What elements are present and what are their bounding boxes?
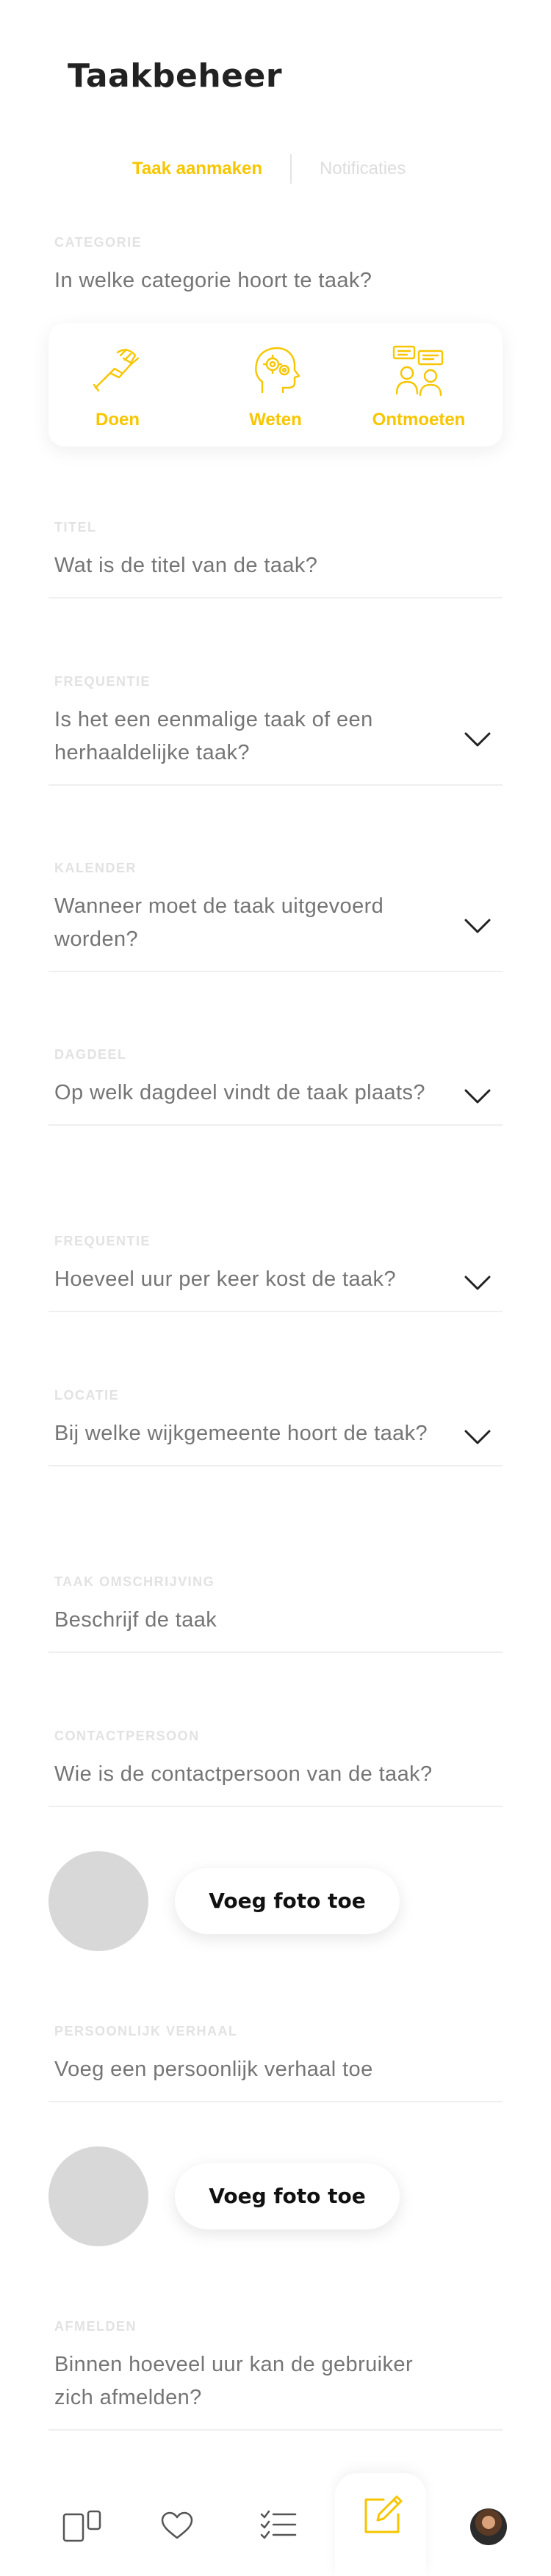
chevron-down-icon[interactable]: [463, 1428, 492, 1446]
category-option-label: Weten: [249, 410, 302, 430]
omschrijving-field[interactable]: Beschrijf de taak: [48, 1604, 503, 1653]
kalender-section: Kalender Wanneer moet de taak uitgevoerd…: [48, 859, 503, 972]
chevron-down-icon[interactable]: [463, 1274, 492, 1292]
verhaal-photo-row: Voeg foto toe: [48, 2146, 503, 2248]
category-option-weten[interactable]: Weten: [217, 341, 334, 430]
frequentie-placeholder: Is het een eenmalige taak of een herhaal…: [54, 708, 373, 764]
chevron-down-icon[interactable]: [463, 917, 492, 935]
bottom-navigation: [0, 2473, 551, 2576]
dagdeel-select[interactable]: Op welk dagdeel vindt de taak plaats?: [48, 1077, 503, 1126]
locatie-label: Locatie: [54, 1388, 120, 1403]
category-option-label: Ontmoeten: [372, 410, 466, 430]
locatie-select[interactable]: Bij welke wijkgemeente hoort de taak?: [48, 1417, 503, 1466]
omschrijving-placeholder: Beschrijf de taak: [54, 1608, 217, 1632]
contactpersoon-field[interactable]: Wie is de contactpersoon van de taak?: [48, 1758, 503, 1807]
nav-favorites[interactable]: [160, 2511, 204, 2555]
kalender-select[interactable]: Wanneer moet de taak uitgevoerd worden?: [48, 890, 503, 972]
nav-cards[interactable]: [62, 2510, 106, 2554]
category-label: Categorie: [54, 235, 143, 250]
chevron-down-icon[interactable]: [463, 731, 492, 748]
handshake-icon: [93, 348, 140, 392]
contactpersoon-placeholder: Wie is de contactpersoon van de taak?: [54, 1762, 433, 1786]
category-section: Categorie In welke categorie hoort te ta…: [48, 234, 503, 297]
contactpersoon-label: Contactpersoon: [54, 1729, 200, 1743]
people-talking-icon: [392, 345, 444, 397]
tab-divider: [290, 154, 292, 184]
frequentie-section: Frequentie Is het een eenmalige taak of …: [48, 673, 503, 786]
locatie-section: Locatie Bij welke wijkgemeente hoort de …: [48, 1386, 503, 1466]
verhaal-label: Persoonlijk verhaal: [54, 2024, 238, 2038]
chevron-down-icon[interactable]: [463, 1088, 492, 1105]
brain-gears-icon: [255, 347, 300, 394]
dagdeel-section: Dagdeel Op welk dagdeel vindt de taak pl…: [48, 1046, 503, 1126]
uren-placeholder: Hoeveel uur per keer kost de taak?: [54, 1267, 396, 1291]
avatar[interactable]: [470, 2508, 507, 2545]
afmelden-label: Afmelden: [54, 2319, 137, 2334]
dagdeel-placeholder: Op welk dagdeel vindt de taak plaats?: [54, 1081, 425, 1104]
tab-taak-aanmaken[interactable]: Taak aanmaken: [132, 153, 262, 185]
add-photo-button[interactable]: Voeg foto toe: [175, 2163, 400, 2229]
omschrijving-label: Taak omschrijving: [54, 1574, 215, 1589]
category-option-label: Doen: [96, 410, 140, 430]
category-option-ontmoeten[interactable]: Ontmoeten: [360, 341, 478, 430]
contactpersoon-photo-row: Voeg foto toe: [48, 1851, 503, 1953]
nav-tasks[interactable]: [260, 2508, 304, 2553]
verhaal-section: Persoonlijk verhaal Voeg een persoonlijk…: [48, 2022, 503, 2102]
titel-placeholder: Wat is de titel van de taak?: [54, 554, 318, 577]
cards-icon: [62, 2510, 101, 2542]
edit-icon: [364, 2495, 403, 2533]
category-option-doen[interactable]: Doen: [59, 341, 176, 430]
page-title: Taakbeheer: [68, 57, 283, 95]
tab-bar: Taak aanmaken Notificaties: [0, 153, 551, 185]
frequentie-select[interactable]: Is het een eenmalige taak of een herhaal…: [48, 703, 503, 786]
locatie-placeholder: Bij welke wijkgemeente hoort de taak?: [54, 1422, 428, 1445]
add-photo-button[interactable]: Voeg foto toe: [175, 1868, 400, 1934]
kalender-placeholder: Wanneer moet de taak uitgevoerd worden?: [54, 894, 384, 951]
tab-notificaties[interactable]: Notificaties: [320, 153, 406, 185]
omschrijving-section: Taak omschrijving Beschrijf de taak: [48, 1573, 503, 1653]
titel-label: Titel: [54, 520, 97, 535]
nav-create-task[interactable]: [361, 2494, 406, 2538]
uren-label: Frequentie: [54, 1234, 151, 1248]
uren-section: Frequentie Hoeveel uur per keer kost de …: [48, 1232, 503, 1312]
heart-icon: [161, 2511, 193, 2539]
category-picker: Doen Weten Ontmoeten: [48, 323, 503, 446]
checklist-icon: [260, 2510, 297, 2539]
afmelden-placeholder: Binnen hoeveel uur kan de gebruiker zich…: [54, 2353, 413, 2409]
kalender-label: Kalender: [54, 861, 137, 875]
category-question: In welke categorie hoort te taak?: [54, 269, 372, 292]
afmelden-field[interactable]: Binnen hoeveel uur kan de gebruiker zich…: [48, 2348, 503, 2431]
photo-placeholder[interactable]: [48, 2146, 148, 2246]
frequentie-label: Frequentie: [54, 674, 151, 689]
verhaal-field[interactable]: Voeg een persoonlijk verhaal toe: [48, 2053, 503, 2102]
titel-section: Titel Wat is de titel van de taak?: [48, 518, 503, 598]
contactpersoon-section: Contactpersoon Wie is de contactpersoon …: [48, 1727, 503, 1807]
photo-placeholder[interactable]: [48, 1851, 148, 1951]
uren-select[interactable]: Hoeveel uur per keer kost de taak?: [48, 1263, 503, 1312]
titel-field[interactable]: Wat is de titel van de taak?: [48, 549, 503, 598]
dagdeel-label: Dagdeel: [54, 1047, 127, 1062]
verhaal-placeholder: Voeg een persoonlijk verhaal toe: [54, 2058, 373, 2081]
afmelden-section: Afmelden Binnen hoeveel uur kan de gebru…: [48, 2318, 503, 2431]
